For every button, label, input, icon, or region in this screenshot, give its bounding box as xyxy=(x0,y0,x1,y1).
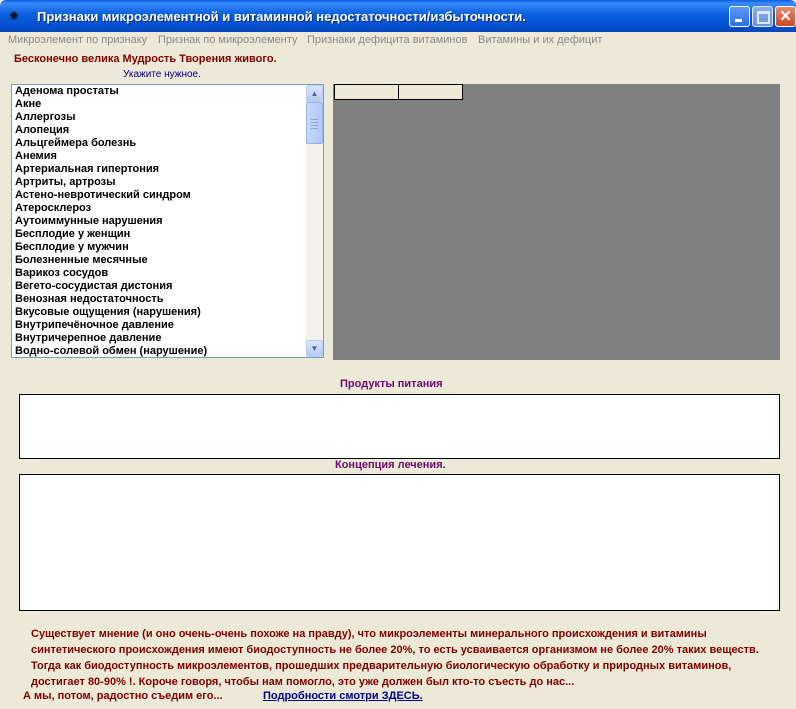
scroll-up-button[interactable]: ▲ xyxy=(306,85,323,102)
list-item[interactable]: Акне xyxy=(15,98,41,110)
list-item[interactable]: Алопеция xyxy=(15,124,69,136)
scroll-thumb[interactable] xyxy=(306,102,323,144)
minimize-button[interactable] xyxy=(729,6,750,27)
motto-text: Бесконечно велика Мудрость Творения живо… xyxy=(14,53,277,65)
treatment-label: Концепция лечения. xyxy=(335,459,446,471)
close-button[interactable]: ✕ xyxy=(775,6,796,27)
details-link[interactable]: Подробности смотри ЗДЕСЬ. xyxy=(263,690,423,702)
window-title: Признаки микроэлементной и витаминной не… xyxy=(37,9,526,24)
chevron-down-icon: ▼ xyxy=(310,344,319,353)
menu-item-sign-by-element[interactable]: Признак по микроэлементу xyxy=(158,34,297,46)
footer-text: А мы, потом, радостно съедим его... xyxy=(23,690,223,702)
list-item[interactable]: Аутоиммунные нарушения xyxy=(15,215,163,227)
list-item[interactable]: Варикоз сосудов xyxy=(15,267,108,279)
list-item[interactable]: Атеросклероз xyxy=(15,202,91,214)
scroll-down-button[interactable]: ▼ xyxy=(306,340,323,357)
list-item[interactable]: Артериальная гипертония xyxy=(15,163,159,175)
list-item[interactable]: Вегето-сосудистая дистония xyxy=(15,280,172,292)
hint-label: Укажите нужное. xyxy=(123,69,201,80)
menu-item-vitamins-deficiency[interactable]: Витамины и их дефицит xyxy=(478,34,602,46)
list-item[interactable]: Артриты, артрозы xyxy=(15,176,116,188)
products-textbox[interactable] xyxy=(19,394,780,459)
symptom-list[interactable]: Аденома простаты Акне Аллергозы Алопеция Аль… xyxy=(11,84,324,358)
menu-item-vitamin-deficiency-signs[interactable]: Признаки дефицита витаминов xyxy=(307,34,467,46)
list-item[interactable]: Анемия xyxy=(15,150,57,162)
menu-bar: Микроэлемент по признаку Признак по микр… xyxy=(0,32,796,50)
data-grid[interactable] xyxy=(333,84,780,360)
menu-item-element-by-sign[interactable]: Микроэлемент по признаку xyxy=(8,34,147,46)
chevron-up-icon: ▲ xyxy=(310,89,319,98)
list-item[interactable]: Альцгеймера болезнь xyxy=(15,137,136,149)
list-item[interactable]: Астено-невротический синдром xyxy=(15,189,191,201)
grid-column-header[interactable] xyxy=(398,84,463,100)
list-item[interactable]: Внутричерепное давление xyxy=(15,332,161,344)
list-item[interactable]: Водно-солевой обмен (нарушение) xyxy=(15,345,207,357)
products-label: Продукты питания xyxy=(340,378,443,390)
list-item[interactable]: Вкусовые ощущения (нарушения) xyxy=(15,306,201,318)
maximize-button[interactable] xyxy=(752,6,773,27)
close-icon: ✕ xyxy=(779,8,792,25)
list-item[interactable]: Аллергозы xyxy=(15,111,75,123)
list-item[interactable]: Бесплодие у женщин xyxy=(15,228,130,240)
list-item[interactable]: Бесплодие у мужчин xyxy=(15,241,129,253)
grid-column-header[interactable] xyxy=(334,84,399,100)
list-scrollbar[interactable]: ▲ ▼ xyxy=(306,85,323,357)
bioavailability-note: Существует мнение (и оно очень-очень пох… xyxy=(31,628,759,688)
list-item[interactable]: Болезненные месячные xyxy=(15,254,148,266)
list-item[interactable]: Внутрипечёночное давление xyxy=(15,319,174,331)
list-item[interactable]: Венозная недостаточность xyxy=(15,293,163,305)
treatment-textbox[interactable] xyxy=(19,474,780,611)
title-bar[interactable]: ✺ Признаки микроэлементной и витаминной … xyxy=(0,0,796,32)
bug-icon: ✺ xyxy=(8,9,20,23)
list-item[interactable]: Аденома простаты xyxy=(15,85,119,97)
